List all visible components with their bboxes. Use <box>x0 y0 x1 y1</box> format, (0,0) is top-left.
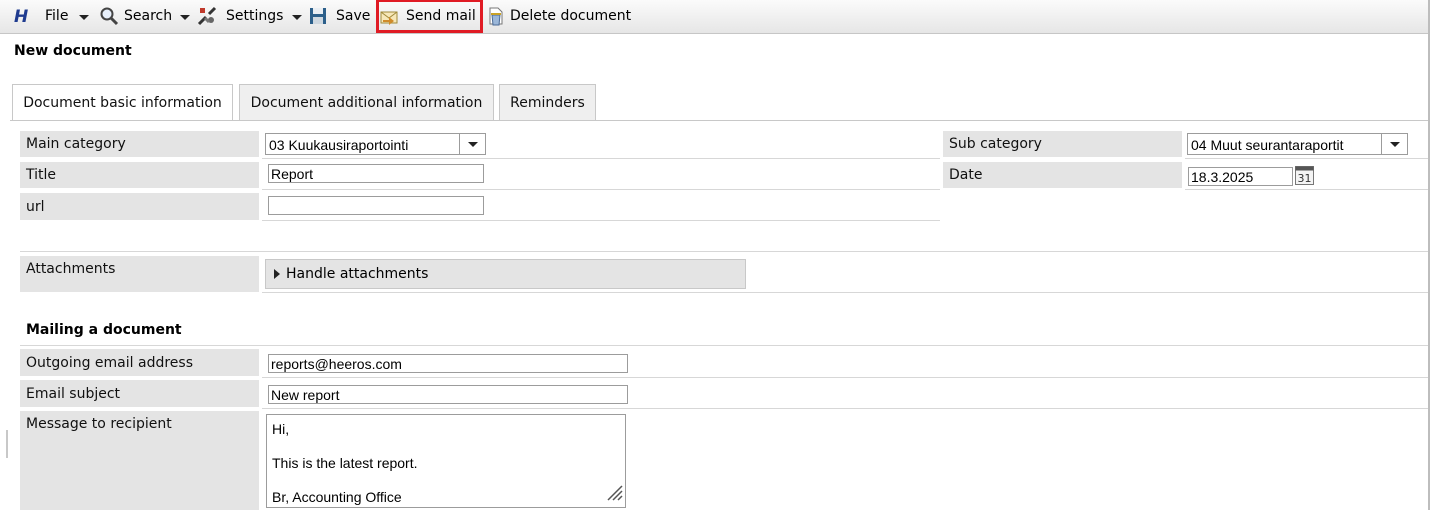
left-resize-grip[interactable] <box>6 430 8 458</box>
handle-attachments-toggle[interactable]: Handle attachments <box>265 259 746 289</box>
save-disk-icon <box>309 7 327 25</box>
sub-category-dropdown-icon[interactable] <box>1381 134 1407 154</box>
outgoing-email-input[interactable] <box>268 354 628 373</box>
title-label: Title <box>20 162 259 188</box>
url-input[interactable] <box>268 196 484 215</box>
save-label: Save <box>336 7 371 24</box>
sub-category-value: 04 Muut seurantaraportit <box>1191 137 1344 153</box>
sub-category-label: Sub category <box>943 131 1182 157</box>
settings-tools-icon <box>197 6 217 26</box>
date-input[interactable] <box>1188 167 1293 186</box>
url-label: url <box>20 193 259 220</box>
delete-document-button[interactable]: Delete document <box>486 0 631 31</box>
tab-additional-information-label: Document additional information <box>250 94 483 111</box>
row-divider <box>262 189 940 190</box>
main-category-select[interactable]: 03 Kuukausiraportointi <box>265 133 486 155</box>
save-button[interactable]: Save <box>309 0 370 31</box>
tab-additional-information[interactable]: Document additional information <box>239 84 494 120</box>
row-divider <box>262 377 1428 378</box>
title-input[interactable] <box>268 164 484 183</box>
row-divider <box>262 158 940 159</box>
handle-attachments-label: Handle attachments <box>286 266 429 282</box>
tab-basic-information[interactable]: Document basic information <box>12 84 233 121</box>
file-menu[interactable]: File <box>45 0 68 31</box>
message-textarea[interactable]: Hi, This is the latest report. Br, Accou… <box>266 414 626 508</box>
message-label: Message to recipient <box>20 411 259 510</box>
attachments-label: Attachments <box>20 256 259 292</box>
section-divider <box>20 251 1428 252</box>
settings-menu[interactable]: Settings <box>197 0 283 31</box>
row-divider <box>262 292 1428 293</box>
message-line: This is the latest report. <box>272 455 418 471</box>
search-icon <box>99 6 119 26</box>
sub-category-select[interactable]: 04 Muut seurantaraportit <box>1187 133 1408 155</box>
toolbar: H File Search Settings Save Send mail De… <box>0 0 1428 34</box>
resize-grip-icon[interactable] <box>603 481 623 505</box>
settings-menu-label: Settings <box>226 7 284 24</box>
delete-document-label: Delete document <box>510 7 632 24</box>
file-menu-label: File <box>45 7 69 24</box>
message-line: Hi, <box>272 421 290 437</box>
page-title: New document <box>14 43 132 59</box>
send-mail-highlight <box>376 0 483 33</box>
main-category-dropdown-icon[interactable] <box>459 134 485 154</box>
row-divider <box>1185 158 1428 159</box>
delete-document-icon <box>486 6 506 26</box>
calendar-icon[interactable]: 31 <box>1295 166 1314 185</box>
tab-reminders-label: Reminders <box>510 94 585 111</box>
row-divider <box>262 408 1428 409</box>
heeros-logo-icon[interactable]: H <box>14 0 36 31</box>
settings-dropdown-icon[interactable] <box>292 10 302 26</box>
search-dropdown-icon[interactable] <box>180 10 190 26</box>
tab-basic-information-label: Document basic information <box>23 95 222 111</box>
mailing-section-title: Mailing a document <box>26 322 182 338</box>
date-label: Date <box>943 162 1182 188</box>
section-divider <box>20 345 1428 346</box>
svg-text:H: H <box>14 8 28 24</box>
row-divider <box>262 220 940 221</box>
tab-reminders[interactable]: Reminders <box>499 84 596 120</box>
tabs-underline <box>10 120 1428 121</box>
expand-triangle-icon <box>274 269 280 279</box>
calendar-day: 31 <box>1298 172 1312 185</box>
email-subject-input[interactable] <box>268 385 628 404</box>
main-category-label: Main category <box>20 131 259 157</box>
outgoing-email-label: Outgoing email address <box>20 349 259 376</box>
search-menu-label: Search <box>124 7 173 24</box>
search-menu[interactable]: Search <box>99 0 172 31</box>
file-dropdown-icon[interactable] <box>79 10 89 26</box>
main-category-value: 03 Kuukausiraportointi <box>269 137 409 153</box>
email-subject-label: Email subject <box>20 380 259 407</box>
message-line: Br, Accounting Office <box>272 489 402 505</box>
row-divider <box>1185 189 1428 190</box>
